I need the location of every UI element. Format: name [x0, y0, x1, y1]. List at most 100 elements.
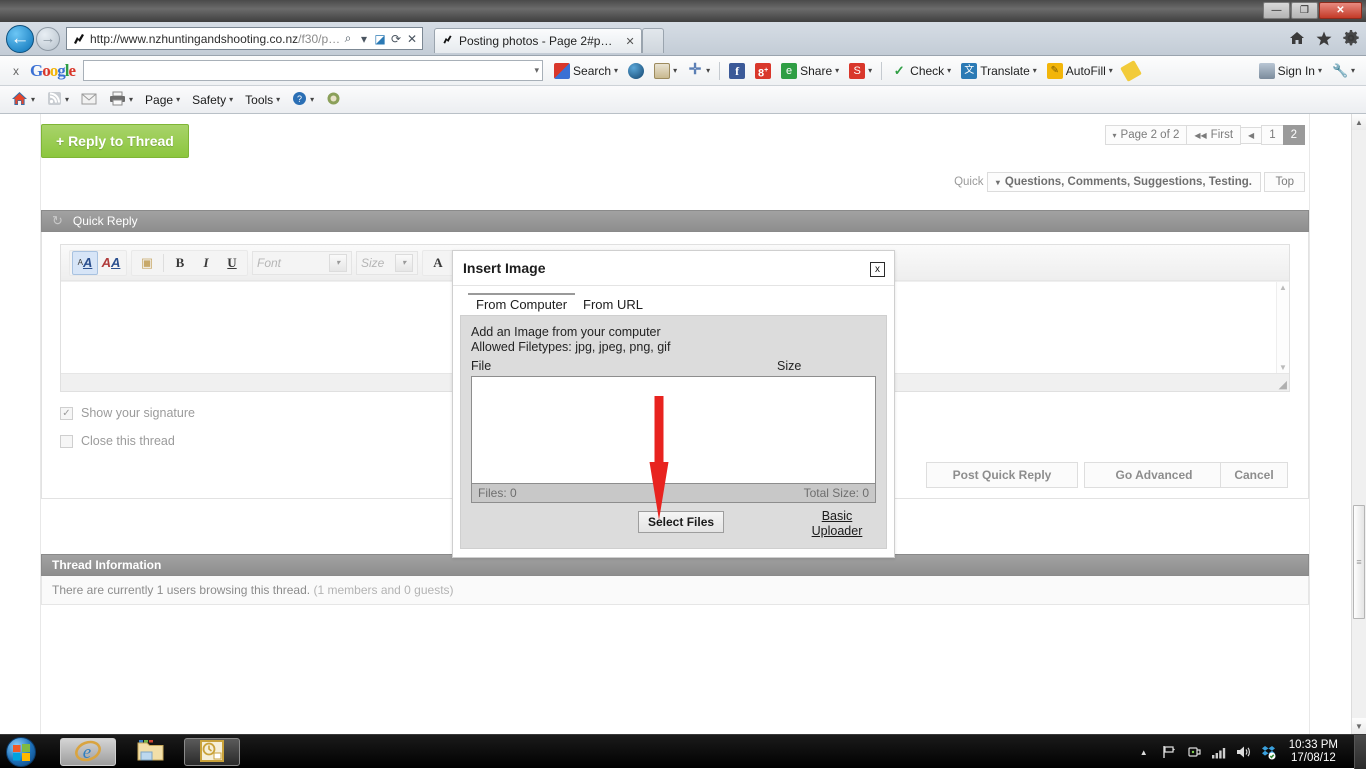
show-signature-checkbox[interactable]: ✓: [60, 406, 73, 420]
chevron-down-icon[interactable]: ▾: [329, 253, 347, 272]
chevron-down-icon[interactable]: ▾: [614, 66, 618, 75]
start-button[interactable]: [6, 737, 36, 767]
favorites-star-icon[interactable]: [1315, 29, 1333, 47]
google-bookmarks-button[interactable]: ▾: [649, 60, 682, 82]
show-hidden-icons-arrow[interactable]: ▲: [1136, 744, 1152, 760]
font-size-select[interactable]: Size ▾: [356, 250, 418, 275]
chevron-down-icon[interactable]: ▾: [229, 95, 233, 104]
stumbleupon-button[interactable]: S ▾: [844, 60, 877, 82]
taskbar-windows-explorer-button[interactable]: [122, 738, 178, 766]
page-indicator[interactable]: ▾ Page 2 of 2: [1104, 125, 1188, 145]
google-search-field[interactable]: [87, 62, 535, 79]
chevron-down-icon[interactable]: ▾: [868, 66, 872, 75]
command-print-button[interactable]: ▾: [104, 89, 138, 111]
chevron-down-icon[interactable]: ▾: [835, 66, 839, 75]
browser-tab[interactable]: Posting photos - Page 2#p… ✕: [434, 28, 642, 53]
undo-icon[interactable]: ▣: [134, 251, 160, 275]
home-icon[interactable]: [1288, 29, 1306, 47]
tools-gear-icon[interactable]: [1342, 29, 1360, 47]
google-add-button[interactable]: ✛ ▾: [682, 60, 715, 82]
page-number-1-button[interactable]: 1: [1261, 125, 1284, 145]
chevron-down-icon[interactable]: ▾: [706, 66, 710, 75]
taskbar-internet-explorer-button[interactable]: e: [60, 738, 116, 766]
back-to-top-button[interactable]: Top: [1264, 172, 1305, 192]
quick-navigation-select[interactable]: ▾ Questions, Comments, Suggestions, Test…: [986, 172, 1261, 192]
minimize-button[interactable]: —: [1263, 2, 1290, 19]
command-tools-menu[interactable]: Tools ▾: [240, 89, 285, 111]
reply-to-thread-button[interactable]: + Reply to Thread: [41, 124, 189, 158]
new-tab-button[interactable]: [641, 28, 664, 53]
file-list[interactable]: [471, 376, 876, 483]
bold-icon[interactable]: B: [167, 251, 193, 275]
scrollbar-thumb[interactable]: ≡: [1353, 505, 1365, 619]
taskbar-outlook-button[interactable]: [184, 738, 240, 766]
taskbar-clock[interactable]: 10:33 PM 17/08/12: [1289, 739, 1338, 765]
chevron-down-icon[interactable]: ▾: [1351, 66, 1355, 75]
previous-page-button[interactable]: ◀: [1240, 126, 1263, 144]
chevron-down-icon[interactable]: ▾: [395, 253, 413, 272]
chevron-down-icon[interactable]: ▾: [1109, 66, 1113, 75]
spellcheck-button[interactable]: ✓ Check ▾: [886, 60, 956, 82]
command-home-button[interactable]: ▾: [6, 89, 40, 111]
dialog-close-button[interactable]: x: [870, 262, 885, 277]
chevron-down-icon[interactable]: ▾: [673, 66, 677, 75]
close-window-button[interactable]: ✕: [1319, 2, 1362, 19]
resize-grip-icon[interactable]: ◢: [1279, 380, 1287, 391]
chevron-down-icon[interactable]: ▾: [947, 66, 951, 75]
chevron-down-icon[interactable]: ▾: [1318, 66, 1322, 75]
command-mail-button[interactable]: [76, 89, 102, 111]
google-search-button[interactable]: Search ▾: [549, 60, 623, 82]
stop-icon[interactable]: ✕: [404, 30, 420, 48]
italic-icon[interactable]: I: [193, 251, 219, 275]
sign-in-button[interactable]: Sign In ▾: [1254, 60, 1327, 82]
close-google-toolbar-button[interactable]: x: [6, 64, 26, 78]
chevron-down-icon[interactable]: ▾: [176, 95, 180, 104]
highlighter-button[interactable]: [1118, 59, 1144, 82]
chevron-down-icon[interactable]: ▾: [276, 95, 280, 104]
google-search-input[interactable]: ▾: [83, 60, 544, 81]
tab-from-computer[interactable]: From Computer: [468, 293, 576, 315]
address-bar[interactable]: http://www.nzhuntingandshooting.co.nz/f3…: [66, 27, 423, 50]
command-safety-menu[interactable]: Safety ▾: [187, 89, 238, 111]
command-feeds-button[interactable]: ▾: [42, 89, 74, 111]
share-button[interactable]: e Share ▾: [776, 60, 844, 82]
toggle-editor-icon[interactable]: AA: [98, 251, 124, 275]
tab-from-url[interactable]: From URL: [575, 293, 651, 315]
scroll-up-icon[interactable]: ▲: [1352, 114, 1366, 130]
autofill-button[interactable]: ✎ AutoFill ▾: [1042, 60, 1118, 82]
back-button[interactable]: ←: [6, 25, 34, 53]
show-desktop-button[interactable]: [1354, 735, 1366, 769]
editor-scroll-up-icon[interactable]: ▲: [1277, 282, 1289, 294]
chevron-down-icon[interactable]: ▾: [310, 95, 314, 104]
scroll-down-icon[interactable]: ▼: [1352, 718, 1366, 734]
network-signal-icon[interactable]: [1211, 744, 1227, 760]
underline-icon[interactable]: U: [219, 251, 245, 275]
cancel-button[interactable]: Cancel: [1220, 462, 1288, 488]
dropbox-icon[interactable]: [1261, 744, 1277, 760]
browser-scrollbar[interactable]: ▲ ≡ ▼: [1351, 114, 1366, 734]
first-page-button[interactable]: ◀◀ First: [1186, 125, 1242, 145]
forward-button[interactable]: →: [36, 27, 60, 51]
font-family-select[interactable]: Font ▾: [252, 250, 352, 275]
address-dropdown-caret-icon[interactable]: ▾: [356, 30, 372, 48]
refresh-icon[interactable]: ⟳: [388, 30, 404, 48]
chevron-down-icon[interactable]: ▾: [1033, 66, 1037, 75]
feed-icon[interactable]: ◪: [372, 30, 388, 48]
tab-close-icon[interactable]: ✕: [617, 35, 634, 48]
search-history-caret-icon[interactable]: ▾: [534, 65, 539, 76]
basic-uploader-link[interactable]: Basic Uploader: [798, 509, 876, 539]
page-number-2-button[interactable]: 2: [1282, 125, 1305, 145]
volume-icon[interactable]: [1236, 744, 1252, 760]
chevron-down-icon[interactable]: ▾: [129, 95, 133, 104]
command-page-menu[interactable]: Page ▾: [140, 89, 185, 111]
facebook-share-button[interactable]: f: [724, 60, 750, 82]
google-globe-button[interactable]: [623, 60, 649, 82]
post-quick-reply-button[interactable]: Post Quick Reply: [926, 462, 1078, 488]
remove-text-formatting-icon[interactable]: AA: [72, 250, 98, 275]
command-help-button[interactable]: ? ▾: [287, 89, 319, 111]
chevron-down-icon[interactable]: ▾: [31, 95, 35, 104]
editor-scrollbar[interactable]: ▲ ▼: [1276, 282, 1289, 374]
font-color-icon[interactable]: A: [425, 251, 451, 275]
maximize-button[interactable]: ❐: [1291, 2, 1318, 19]
command-compatibility-button[interactable]: [321, 89, 346, 111]
